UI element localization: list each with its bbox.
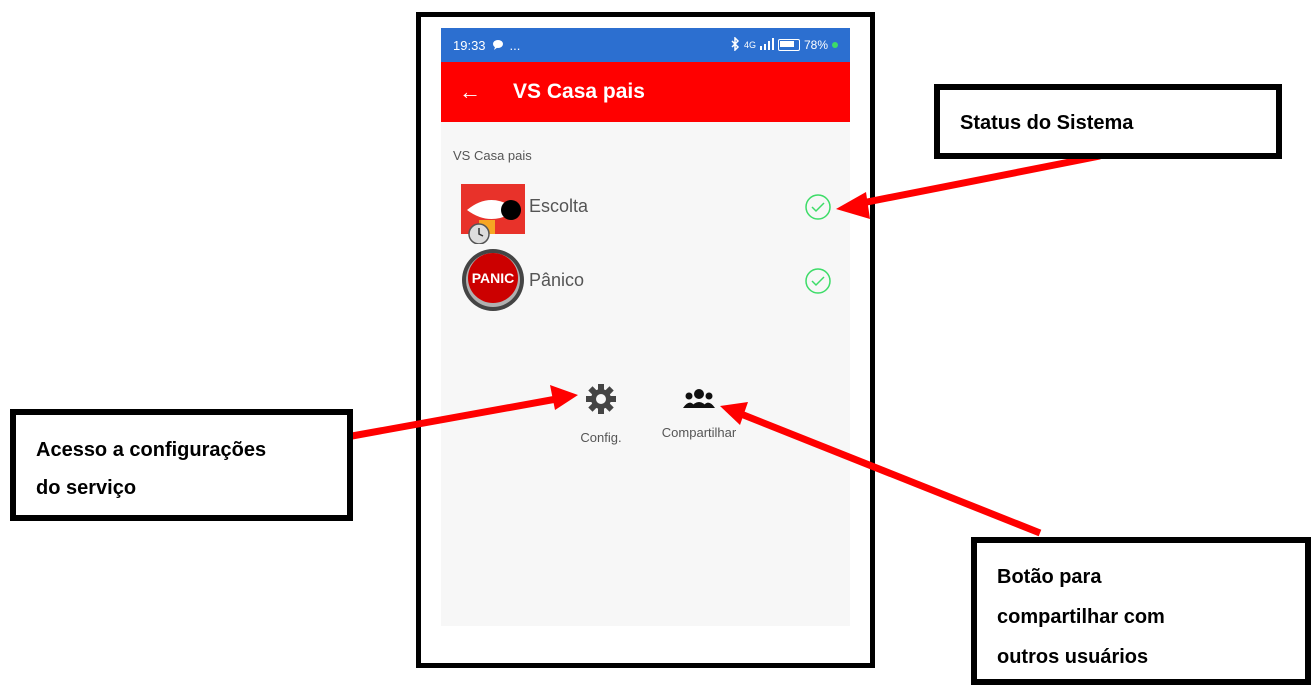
annotation-status-text: Status do Sistema <box>960 112 1134 134</box>
annotation-share-line1: Botão para <box>997 566 1102 588</box>
back-arrow-icon[interactable]: ← <box>459 79 513 105</box>
annotation-config-line2: do serviço <box>36 477 137 499</box>
check-circle-icon <box>805 194 831 220</box>
check-circle-icon <box>805 268 831 294</box>
section-label: VS Casa pais <box>453 148 532 163</box>
users-icon <box>649 388 749 413</box>
config-button[interactable]: Config. <box>571 383 631 445</box>
status-bar: 19:33 ... 4G 78% <box>441 28 850 62</box>
service-label-panico: Pânico <box>529 270 585 290</box>
battery-level: 78% <box>803 38 828 52</box>
battery-icon <box>777 39 800 51</box>
app-screen: 19:33 ... 4G 78% ← VS Casa pais VS Casa … <box>441 28 850 626</box>
bluetooth-icon <box>730 35 740 54</box>
signal-icon <box>759 37 774 53</box>
annotation-status: Status do Sistema <box>934 84 1282 159</box>
annotation-config-line1: Acesso a configurações <box>36 439 267 461</box>
privacy-dot-icon <box>832 42 838 48</box>
annotation-config: Acesso a configurações do serviço <box>10 409 353 521</box>
panic-icon-text: PANIC <box>471 270 515 286</box>
escolta-icon <box>461 180 525 249</box>
app-bar: ← VS Casa pais <box>441 62 850 122</box>
arrow-status <box>851 152 1101 209</box>
page-title: VS Casa pais <box>513 80 645 103</box>
status-time: 19:33 <box>453 37 486 53</box>
share-button[interactable]: Compartilhar <box>649 388 749 440</box>
annotation-share: Botão para compartilhar com outros usuár… <box>971 537 1311 685</box>
network-label: 4G <box>743 40 756 50</box>
service-row-escolta[interactable]: Escolta <box>441 172 850 245</box>
status-more: ... <box>509 37 521 53</box>
service-row-panico[interactable]: PANIC Pânico <box>441 248 850 318</box>
config-label: Config. <box>580 430 622 445</box>
chat-bubble-icon <box>492 38 504 53</box>
share-label: Compartilhar <box>661 425 737 440</box>
annotation-share-line3: outros usuários <box>997 646 1149 668</box>
service-label-escolta: Escolta <box>529 196 589 216</box>
gear-icon <box>571 383 631 418</box>
panic-icon: PANIC <box>461 248 525 312</box>
annotation-share-line2: compartilhar com <box>997 606 1165 628</box>
